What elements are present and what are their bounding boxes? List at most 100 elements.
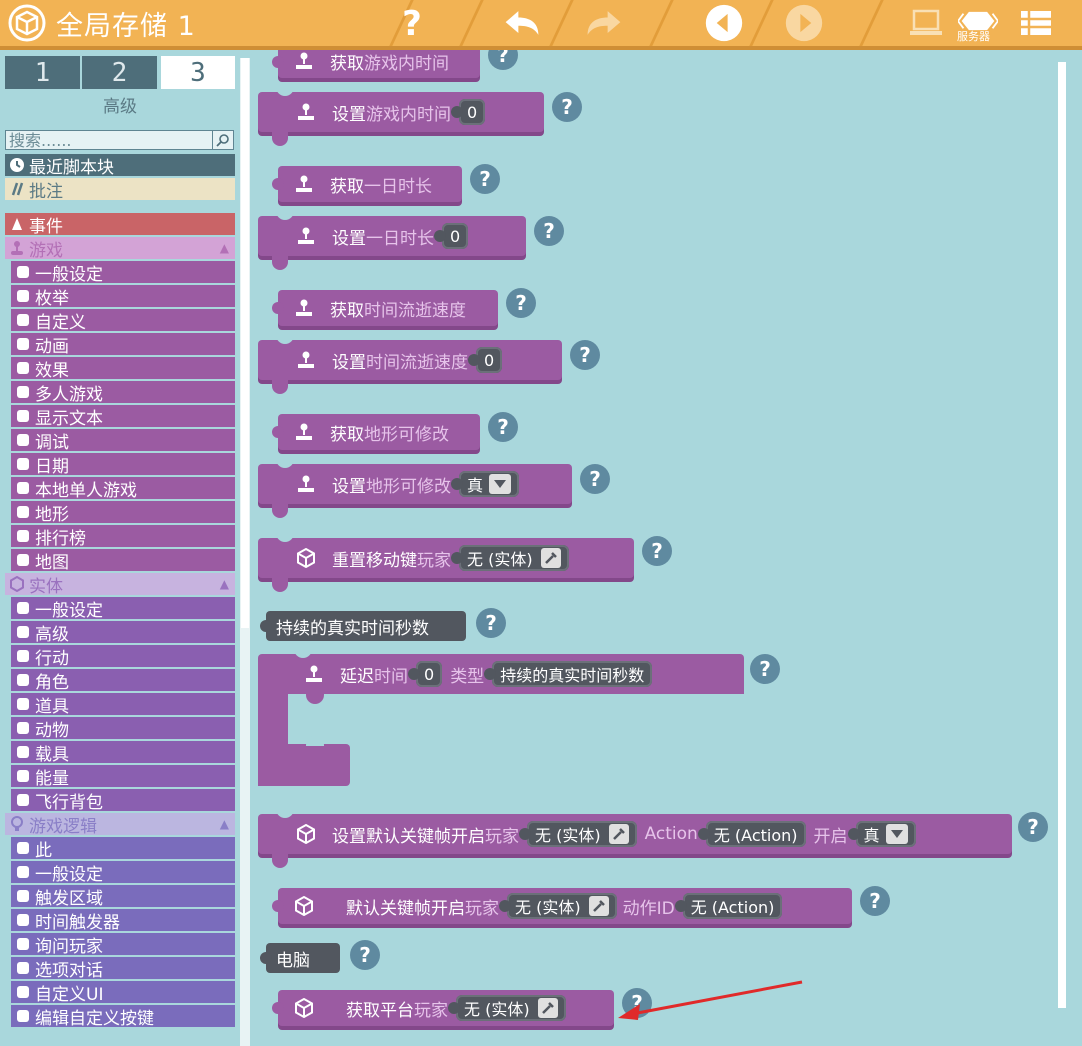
sidebar-item[interactable]: 地形 <box>11 501 235 525</box>
help-icon[interactable]: ? <box>488 412 518 442</box>
help-icon[interactable]: ? <box>570 340 600 370</box>
entity-slot[interactable]: 无 (实体) <box>448 995 566 1021</box>
list-icon[interactable] <box>1016 4 1056 42</box>
block-get-game-time[interactable]: 获取 游戏内时间 <box>272 50 480 78</box>
sidebar-item[interactable]: 效果 <box>11 357 235 381</box>
block-default-keyframe-enabled[interactable]: 默认关键帧开启 玩家 无 (实体) 动作ID 无 (Action) <box>272 888 852 924</box>
entity-slot[interactable]: 无 (实体) <box>519 821 637 847</box>
eyedropper-icon[interactable] <box>537 998 558 1018</box>
sidebar-scroll-thumb[interactable] <box>241 58 249 628</box>
tab-2[interactable]: 2 <box>82 56 157 89</box>
sidebar-item[interactable]: 多人游戏 <box>11 381 235 405</box>
sidebar-item[interactable]: 自定义 <box>11 309 235 333</box>
workspace-scrollbar[interactable] <box>1058 62 1066 1008</box>
sidebar-item[interactable]: 动画 <box>11 333 235 357</box>
help-icon[interactable]: ? <box>506 288 536 318</box>
block-get-time-speed[interactable]: 获取 时间流逝速度 <box>272 290 498 326</box>
block-set-terrain-editable[interactable]: 设置 地形可修改 真 <box>258 458 572 518</box>
value-slot[interactable]: 0 <box>434 223 469 249</box>
action-slot[interactable]: 无 (Action) <box>697 821 806 847</box>
block-delay[interactable]: 延迟 时间 0 类型 持续的真实时间秒数 <box>258 648 746 788</box>
sidebar-item[interactable]: 一般设定 <box>11 861 235 885</box>
block-real-time-seconds[interactable]: 持续的真实时间秒数 <box>260 611 466 641</box>
sidebar-item[interactable]: 能量 <box>11 765 235 789</box>
sidebar-item[interactable]: 高级 <box>11 621 235 645</box>
help-icon[interactable]: ? <box>392 4 432 42</box>
tab-1[interactable]: 1 <box>5 56 80 89</box>
sidebar-item[interactable]: 飞行背包 <box>11 789 235 813</box>
sidebar-item[interactable]: 编辑自定义按键 <box>11 1005 235 1029</box>
help-icon[interactable]: ? <box>476 608 506 638</box>
category-entity[interactable]: 实体 ▲ <box>5 573 235 597</box>
sidebar-item[interactable]: 触发区域 <box>11 885 235 909</box>
help-icon[interactable]: ? <box>642 536 672 566</box>
boolean-dropdown[interactable]: 真 <box>847 821 916 847</box>
sidebar-scrollbar[interactable] <box>240 58 250 1046</box>
sidebar-item[interactable]: 一般设定 <box>11 261 235 285</box>
block-get-terrain-editable[interactable]: 获取 地形可修改 <box>272 414 480 450</box>
script-workspace[interactable]: 获取 游戏内时间 ? 设置 游戏内时间 0 ? 获取 一日时长 ? 设置 一日时长 0 … <box>250 50 1082 1046</box>
sidebar-item[interactable]: 调试 <box>11 429 235 453</box>
sidebar-item[interactable]: 此 <box>11 837 235 861</box>
category-logic[interactable]: 游戏逻辑 ▲ <box>5 813 235 837</box>
collapse-icon[interactable]: ▲ <box>220 241 229 255</box>
sidebar-item[interactable]: 道具 <box>11 693 235 717</box>
redo-icon[interactable] <box>584 4 624 42</box>
block-reset-move-keys[interactable]: 重置移动键 玩家 无 (实体) <box>258 532 634 592</box>
sidebar-item[interactable]: 本地单人游戏 <box>11 477 235 501</box>
block-set-default-keyframe[interactable]: 设置默认关键帧开启 玩家 无 (实体) Action 无 (Action) 开启 … <box>258 808 1012 868</box>
block-get-platform[interactable]: 获取平台 玩家 无 (实体) <box>272 990 614 1026</box>
sidebar-item[interactable]: 地图 <box>11 549 235 573</box>
action-slot[interactable]: 无 (Action) <box>674 893 783 919</box>
help-icon[interactable]: ? <box>488 50 518 70</box>
sidebar-item[interactable]: 排行榜 <box>11 525 235 549</box>
block-computer[interactable]: 电脑 <box>260 943 340 973</box>
type-slot[interactable]: 持续的真实时间秒数 <box>484 661 653 687</box>
block-set-time-speed[interactable]: 设置 时间流逝速度 0 <box>258 334 562 394</box>
sidebar-item[interactable]: 日期 <box>11 453 235 477</box>
eyedropper-icon[interactable] <box>588 896 609 916</box>
block-set-day-length[interactable]: 设置 一日时长 0 <box>258 210 526 270</box>
block-set-game-time[interactable]: 设置 游戏内时间 0 <box>258 86 544 146</box>
value-slot[interactable]: 0 <box>468 347 503 373</box>
search-input[interactable]: 搜索...... <box>5 130 234 150</box>
tab-3[interactable]: 3 <box>161 56 235 89</box>
sidebar-item[interactable]: 时间触发器 <box>11 909 235 933</box>
value-slot[interactable]: 0 <box>408 661 443 687</box>
help-icon[interactable]: ? <box>580 464 610 494</box>
recent-blocks-item[interactable]: 最近脚本块 <box>5 154 235 178</box>
eyedropper-icon[interactable] <box>540 548 561 568</box>
help-icon[interactable]: ? <box>470 164 500 194</box>
help-icon[interactable]: ? <box>860 886 890 916</box>
next-icon[interactable] <box>784 4 824 42</box>
help-icon[interactable]: ? <box>552 92 582 122</box>
value-slot[interactable]: 0 <box>451 99 486 125</box>
category-game[interactable]: 游戏 ▲ <box>5 237 235 261</box>
search-icon[interactable] <box>212 131 233 149</box>
sidebar-item[interactable]: 显示文本 <box>11 405 235 429</box>
sidebar-item[interactable]: 载具 <box>11 741 235 765</box>
help-icon[interactable]: ? <box>350 940 380 970</box>
collapse-icon[interactable]: ▲ <box>220 577 229 591</box>
undo-icon[interactable] <box>502 4 542 42</box>
laptop-icon[interactable] <box>906 4 946 42</box>
sidebar-item[interactable]: 枚举 <box>11 285 235 309</box>
chevron-down-icon[interactable] <box>885 824 908 844</box>
help-icon[interactable]: ? <box>750 654 780 684</box>
block-get-day-length[interactable]: 获取 一日时长 <box>272 166 462 202</box>
boolean-dropdown[interactable]: 真 <box>451 471 520 497</box>
sidebar-item[interactable]: 询问玩家 <box>11 933 235 957</box>
prev-icon[interactable] <box>704 4 744 42</box>
collapse-icon[interactable]: ▲ <box>220 817 229 831</box>
sidebar-item[interactable]: 角色 <box>11 669 235 693</box>
chevron-down-icon[interactable] <box>489 474 512 494</box>
eyedropper-icon[interactable] <box>608 824 629 844</box>
sidebar-item[interactable]: 动物 <box>11 717 235 741</box>
help-icon[interactable]: ? <box>1018 812 1048 842</box>
entity-slot[interactable]: 无 (实体) <box>451 545 569 571</box>
sidebar-item[interactable]: 自定义UI <box>11 981 235 1005</box>
help-icon[interactable]: ? <box>534 216 564 246</box>
sidebar-item[interactable]: 一般设定 <box>11 597 235 621</box>
note-item[interactable]: 批注 <box>5 178 235 202</box>
sidebar-item[interactable]: 行动 <box>11 645 235 669</box>
